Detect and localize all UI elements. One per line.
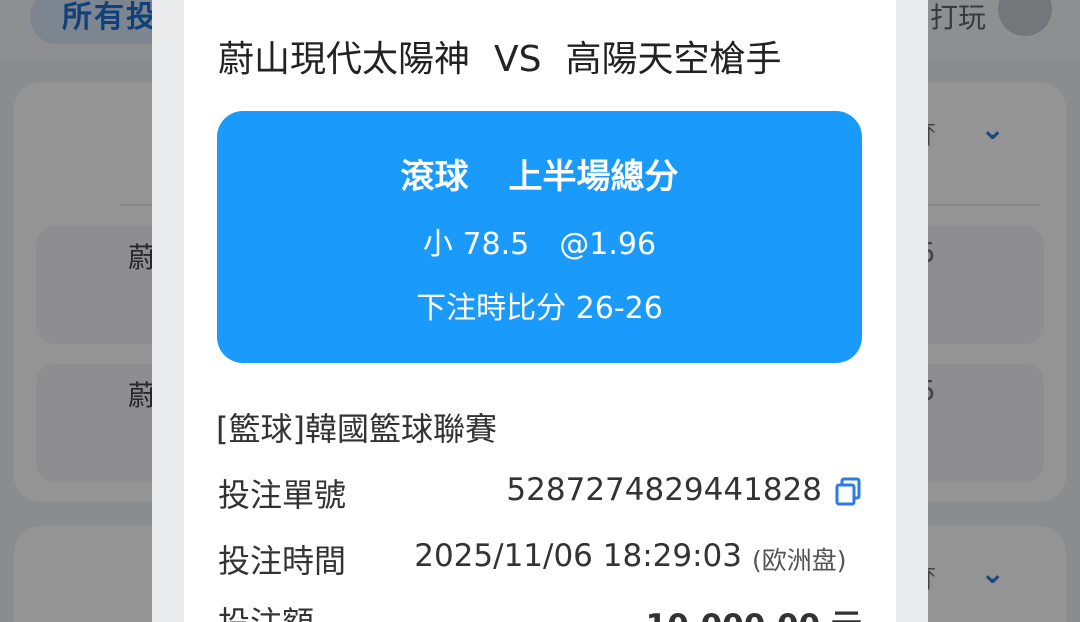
- bet-amount: 10,000.00 元: [646, 600, 862, 622]
- order-number: 5287274829441828: [506, 472, 822, 508]
- odds-format-tag: (欧洲盘): [752, 546, 847, 575]
- bet-type: 滾球: [400, 157, 469, 197]
- bet-selection: 小 78.5: [422, 227, 530, 262]
- bet-odds: @1.96: [559, 227, 657, 262]
- bet-market: 上半場總分: [508, 157, 679, 197]
- order-label: 投注單號: [218, 476, 347, 514]
- amount-label: 投注額: [218, 598, 314, 622]
- league-label: [籃球]韓國籃球聯賽: [216, 410, 497, 448]
- bet-selection-line: 小 78.5 @1.96: [217, 219, 862, 263]
- bet-time: 2025/11/06 18:29:03: [414, 538, 742, 574]
- bet-summary-box: 滾球 上半場總分 小 78.5 @1.96 下注時比分 26-26: [217, 111, 862, 363]
- bet-score: 下注時比分 26-26: [416, 291, 663, 326]
- home-team: 蔚山現代太陽神: [218, 39, 471, 80]
- away-team: 高陽天空槍手: [565, 39, 782, 80]
- match-title: 蔚山現代太陽神 VS 高陽天空槍手: [218, 30, 782, 82]
- copy-icon[interactable]: [834, 476, 862, 506]
- time-label: 投注時間: [218, 542, 347, 580]
- vs-label: VS: [494, 39, 542, 80]
- bet-type-line: 滾球 上半場總分: [217, 149, 862, 198]
